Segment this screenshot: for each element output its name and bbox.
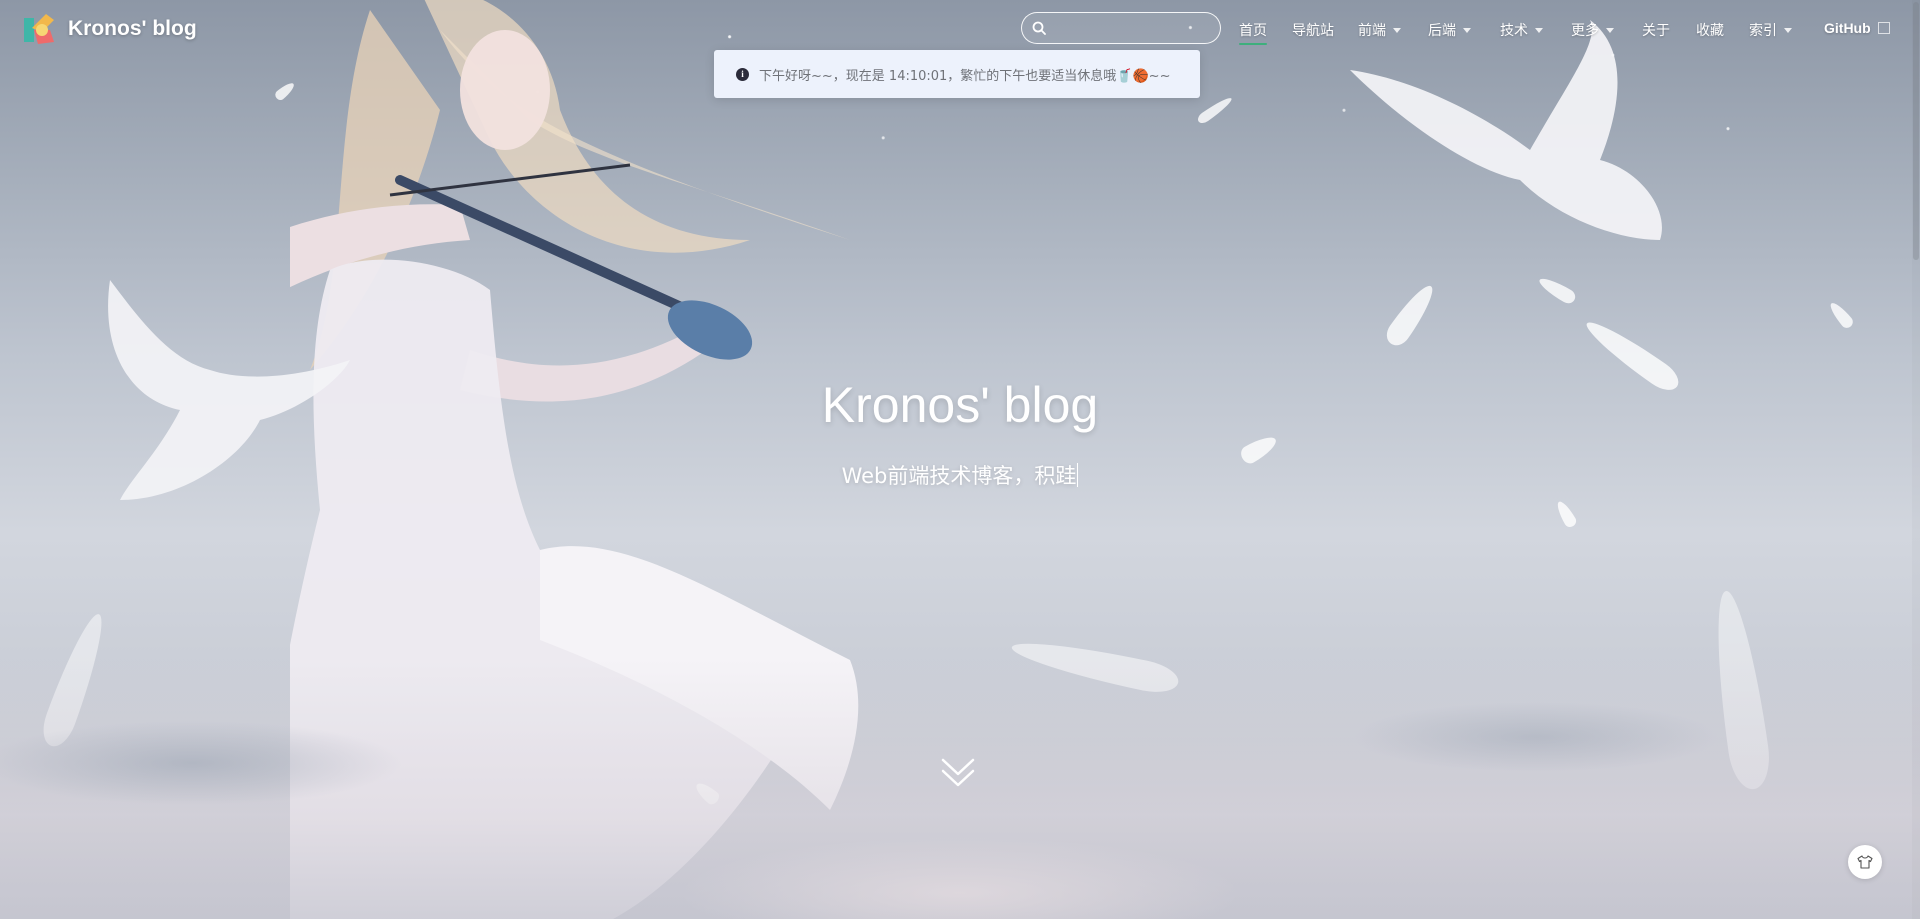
caret-down-icon [1784,27,1792,33]
nav-more[interactable]: 更多 [1571,20,1614,40]
caret-down-icon [1606,27,1614,33]
nav-label: GitHub [1824,20,1871,36]
caret-down-icon [1393,27,1401,33]
typewriter-text: Web前端技术博客，积跬 [841,464,1077,488]
info-icon: i [736,67,749,81]
nav-label: 前端 [1358,23,1386,39]
kronos-logo-icon [24,14,54,44]
nav-label: 索引 [1749,23,1777,39]
caret-down-icon [1535,27,1543,33]
typing-cursor [1077,463,1079,487]
nav-frontend[interactable]: 前端 [1358,20,1401,40]
nav-github[interactable]: GitHub [1824,20,1890,36]
brand-link[interactable]: Kronos' blog [20,12,197,46]
nav-tech[interactable]: 技术 [1500,20,1543,40]
scrollbar-thumb[interactable] [1913,2,1919,260]
nav-label: 技术 [1500,23,1528,39]
nav-favorites[interactable]: 收藏 [1696,20,1724,40]
caret-down-icon [1463,27,1471,33]
search-input[interactable] [1052,17,1216,41]
nav-about[interactable]: 关于 [1642,20,1670,40]
theme-button[interactable] [1848,845,1882,879]
external-link-icon [1877,22,1890,34]
nav-home[interactable]: 首页 [1239,20,1267,45]
nav-label: 后端 [1428,23,1456,39]
notification-message: 下午好呀~~，现在是 14:10:01，繁忙的下午也要适当休息哦🥤🏀~~ [759,68,1171,84]
hero-subtitle: Web前端技术博客，积跬 [0,460,1920,490]
nav-label: 更多 [1571,23,1599,39]
greeting-notification: i 下午好呀~~，现在是 14:10:01，繁忙的下午也要适当休息哦🥤🏀~~ [714,50,1200,98]
page-scrollbar[interactable] [1912,0,1920,919]
hero-title: Kronos' blog [821,377,1099,433]
site-title: Kronos' blog [68,17,197,40]
nav-label: 关于 [1642,23,1670,39]
search-icon [1032,21,1046,35]
scroll-down-icon[interactable] [940,754,976,790]
nav-label: 收藏 [1696,23,1724,39]
nav-label: 首页 [1239,23,1267,39]
nav-label: 导航站 [1292,23,1334,39]
search-box[interactable] [1021,12,1221,44]
nav-navigation-site[interactable]: 导航站 [1292,20,1334,40]
nav-index[interactable]: 索引 [1749,20,1792,40]
shirt-icon [1857,855,1873,869]
nav-backend[interactable]: 后端 [1428,20,1471,40]
